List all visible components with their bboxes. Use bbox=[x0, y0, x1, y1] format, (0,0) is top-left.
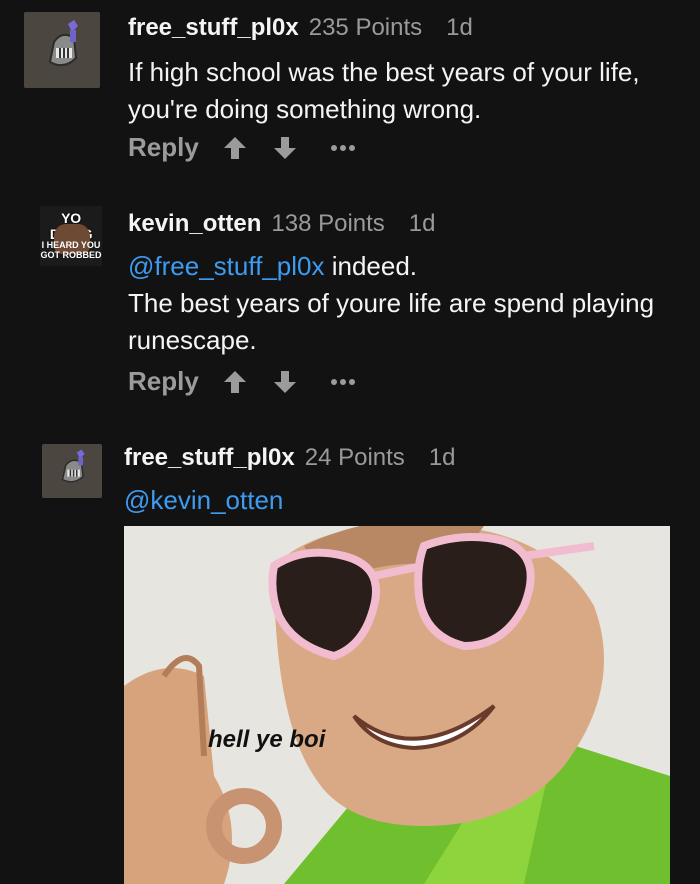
comment-text: @free_stuff_pl0x indeed. The best years … bbox=[128, 248, 688, 359]
points: 138 Points bbox=[271, 210, 385, 237]
avatar-bottom-text: I HEARD YOU GOT ROBBED bbox=[40, 240, 102, 260]
comment-meta: kevin_otten 138 Points 1d bbox=[128, 210, 436, 238]
helmet-icon bbox=[42, 444, 102, 498]
comment: free_stuff_pl0x 235 Points 1d If high scho… bbox=[0, 0, 700, 190]
username[interactable]: free_stuff_pl0x bbox=[124, 444, 295, 471]
timestamp: 1d bbox=[408, 210, 436, 237]
avatar[interactable] bbox=[42, 444, 102, 498]
avatar[interactable]: YO DAWG I HEARD YOU GOT ROBBED bbox=[40, 206, 102, 266]
comment-text: If high school was the best years of you… bbox=[128, 57, 640, 124]
meme-illustration bbox=[124, 526, 670, 884]
comment-meta: free_stuff_pl0x 24 Points 1d bbox=[124, 444, 456, 472]
comment-text-line: The best years of youre life are spend p… bbox=[128, 288, 655, 355]
comment-actions: Reply bbox=[128, 366, 357, 397]
timestamp: 1d bbox=[428, 444, 456, 471]
timestamp: 1d bbox=[446, 14, 473, 41]
upvote-icon[interactable] bbox=[221, 368, 249, 396]
downvote-icon[interactable] bbox=[271, 368, 299, 396]
more-icon[interactable] bbox=[329, 134, 357, 162]
points: 235 Points bbox=[308, 14, 423, 41]
mention-link[interactable]: @free_stuff_pl0x bbox=[128, 251, 324, 281]
comment-image[interactable]: hell ye boi bbox=[124, 526, 670, 884]
image-caption: hell ye boi bbox=[208, 726, 326, 753]
username[interactable]: free_stuff_pl0x bbox=[128, 14, 299, 41]
points: 24 Points bbox=[304, 444, 405, 471]
more-icon[interactable] bbox=[329, 368, 357, 396]
downvote-icon[interactable] bbox=[271, 134, 299, 162]
comment-text-part: indeed. bbox=[324, 251, 418, 281]
avatar[interactable] bbox=[24, 12, 100, 88]
comment-meta: free_stuff_pl0x 235 Points 1d bbox=[128, 14, 473, 42]
helmet-icon bbox=[24, 12, 100, 88]
username[interactable]: kevin_otten bbox=[128, 210, 261, 237]
mention-link[interactable]: @kevin_otten bbox=[124, 485, 283, 515]
comment-actions: Reply bbox=[128, 132, 357, 163]
comment-text: @kevin_otten bbox=[124, 482, 283, 519]
reply-button[interactable]: Reply bbox=[128, 132, 199, 163]
comment: YO DAWG I HEARD YOU GOT ROBBED kevin_ott… bbox=[0, 190, 700, 420]
upvote-icon[interactable] bbox=[221, 134, 249, 162]
reply-button[interactable]: Reply bbox=[128, 366, 199, 397]
